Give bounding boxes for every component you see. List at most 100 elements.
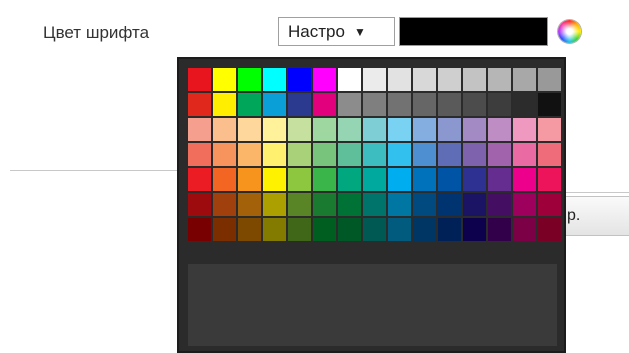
color-swatch-cell[interactable] xyxy=(213,218,236,241)
color-swatch-cell[interactable] xyxy=(438,118,461,141)
color-swatch-cell[interactable] xyxy=(388,93,411,116)
color-swatch-cell[interactable] xyxy=(313,218,336,241)
color-swatch-cell[interactable] xyxy=(288,93,311,116)
partial-button[interactable]: р. xyxy=(560,196,629,236)
color-swatch-cell[interactable] xyxy=(338,218,361,241)
color-swatch-cell[interactable] xyxy=(413,93,436,116)
color-swatch-cell[interactable] xyxy=(488,193,511,216)
color-swatch-cell[interactable] xyxy=(188,218,211,241)
color-swatch-cell[interactable] xyxy=(388,193,411,216)
color-swatch-cell[interactable] xyxy=(188,118,211,141)
color-swatch-cell[interactable] xyxy=(438,193,461,216)
color-swatch-cell[interactable] xyxy=(188,168,211,191)
color-swatch-cell[interactable] xyxy=(263,218,286,241)
color-swatch-cell[interactable] xyxy=(263,193,286,216)
color-swatch-cell[interactable] xyxy=(463,143,486,166)
color-swatch-cell[interactable] xyxy=(438,93,461,116)
color-swatch-cell[interactable] xyxy=(363,168,386,191)
color-preset-select[interactable]: Настро ▼ xyxy=(278,17,395,46)
color-swatch-cell[interactable] xyxy=(413,218,436,241)
color-swatch-cell[interactable] xyxy=(438,168,461,191)
color-swatch-cell[interactable] xyxy=(213,68,236,91)
color-swatch-cell[interactable] xyxy=(263,68,286,91)
color-swatch-cell[interactable] xyxy=(238,118,261,141)
color-swatch-cell[interactable] xyxy=(538,118,561,141)
color-swatch-cell[interactable] xyxy=(338,143,361,166)
color-swatch-cell[interactable] xyxy=(363,143,386,166)
color-swatch-cell[interactable] xyxy=(238,143,261,166)
color-swatch-cell[interactable] xyxy=(388,143,411,166)
color-swatch-cell[interactable] xyxy=(463,218,486,241)
color-swatch-cell[interactable] xyxy=(313,168,336,191)
color-swatch-cell[interactable] xyxy=(188,68,211,91)
color-swatch-cell[interactable] xyxy=(463,68,486,91)
color-swatch-cell[interactable] xyxy=(313,143,336,166)
color-swatch-cell[interactable] xyxy=(413,68,436,91)
color-swatch-cell[interactable] xyxy=(488,68,511,91)
color-swatch-cell[interactable] xyxy=(388,68,411,91)
color-swatch-cell[interactable] xyxy=(238,93,261,116)
color-swatch-cell[interactable] xyxy=(513,143,536,166)
color-swatch-cell[interactable] xyxy=(238,168,261,191)
color-swatch-cell[interactable] xyxy=(488,93,511,116)
color-swatch-cell[interactable] xyxy=(263,168,286,191)
color-swatch-cell[interactable] xyxy=(263,93,286,116)
color-swatch-cell[interactable] xyxy=(338,168,361,191)
color-swatch-cell[interactable] xyxy=(488,168,511,191)
color-swatch-cell[interactable] xyxy=(338,68,361,91)
color-swatch-cell[interactable] xyxy=(188,93,211,116)
color-swatch-cell[interactable] xyxy=(513,93,536,116)
color-swatch-cell[interactable] xyxy=(538,68,561,91)
color-swatch-cell[interactable] xyxy=(213,193,236,216)
color-swatch-cell[interactable] xyxy=(538,193,561,216)
color-swatch-cell[interactable] xyxy=(438,68,461,91)
color-swatch-cell[interactable] xyxy=(463,168,486,191)
color-swatch-cell[interactable] xyxy=(513,168,536,191)
color-swatch-cell[interactable] xyxy=(363,118,386,141)
color-swatch-cell[interactable] xyxy=(413,193,436,216)
color-swatch-cell[interactable] xyxy=(463,193,486,216)
color-swatch-cell[interactable] xyxy=(313,193,336,216)
color-swatch-cell[interactable] xyxy=(363,218,386,241)
color-swatch-cell[interactable] xyxy=(438,143,461,166)
color-swatch-cell[interactable] xyxy=(338,93,361,116)
color-swatch-cell[interactable] xyxy=(238,193,261,216)
color-swatch-cell[interactable] xyxy=(288,68,311,91)
color-swatch-cell[interactable] xyxy=(263,118,286,141)
color-swatch-cell[interactable] xyxy=(288,168,311,191)
color-swatch-cell[interactable] xyxy=(213,143,236,166)
color-swatch-cell[interactable] xyxy=(263,143,286,166)
color-swatch-cell[interactable] xyxy=(363,68,386,91)
color-swatch-cell[interactable] xyxy=(388,218,411,241)
color-swatch-cell[interactable] xyxy=(363,93,386,116)
color-swatch-cell[interactable] xyxy=(288,118,311,141)
color-swatch-cell[interactable] xyxy=(488,143,511,166)
color-swatch-cell[interactable] xyxy=(388,118,411,141)
color-swatch-cell[interactable] xyxy=(538,168,561,191)
color-swatch-cell[interactable] xyxy=(538,93,561,116)
color-swatch-cell[interactable] xyxy=(463,93,486,116)
color-swatch-cell[interactable] xyxy=(213,93,236,116)
color-swatch-cell[interactable] xyxy=(438,218,461,241)
color-swatch-cell[interactable] xyxy=(513,218,536,241)
color-swatch-cell[interactable] xyxy=(188,143,211,166)
color-swatch-cell[interactable] xyxy=(188,193,211,216)
color-swatch-cell[interactable] xyxy=(288,193,311,216)
color-swatch-cell[interactable] xyxy=(488,218,511,241)
color-swatch-cell[interactable] xyxy=(513,68,536,91)
color-swatch-cell[interactable] xyxy=(363,193,386,216)
color-swatch-cell[interactable] xyxy=(488,118,511,141)
color-swatch-cell[interactable] xyxy=(288,218,311,241)
color-wheel-icon[interactable] xyxy=(558,20,581,43)
color-swatch-cell[interactable] xyxy=(313,68,336,91)
color-swatch-cell[interactable] xyxy=(538,218,561,241)
color-swatch-cell[interactable] xyxy=(238,218,261,241)
color-swatch-cell[interactable] xyxy=(213,168,236,191)
color-swatch-cell[interactable] xyxy=(513,193,536,216)
color-swatch-cell[interactable] xyxy=(413,168,436,191)
color-swatch-cell[interactable] xyxy=(413,143,436,166)
color-swatch-cell[interactable] xyxy=(513,118,536,141)
color-swatch-cell[interactable] xyxy=(463,118,486,141)
current-color-swatch[interactable] xyxy=(399,17,548,46)
color-swatch-cell[interactable] xyxy=(238,68,261,91)
